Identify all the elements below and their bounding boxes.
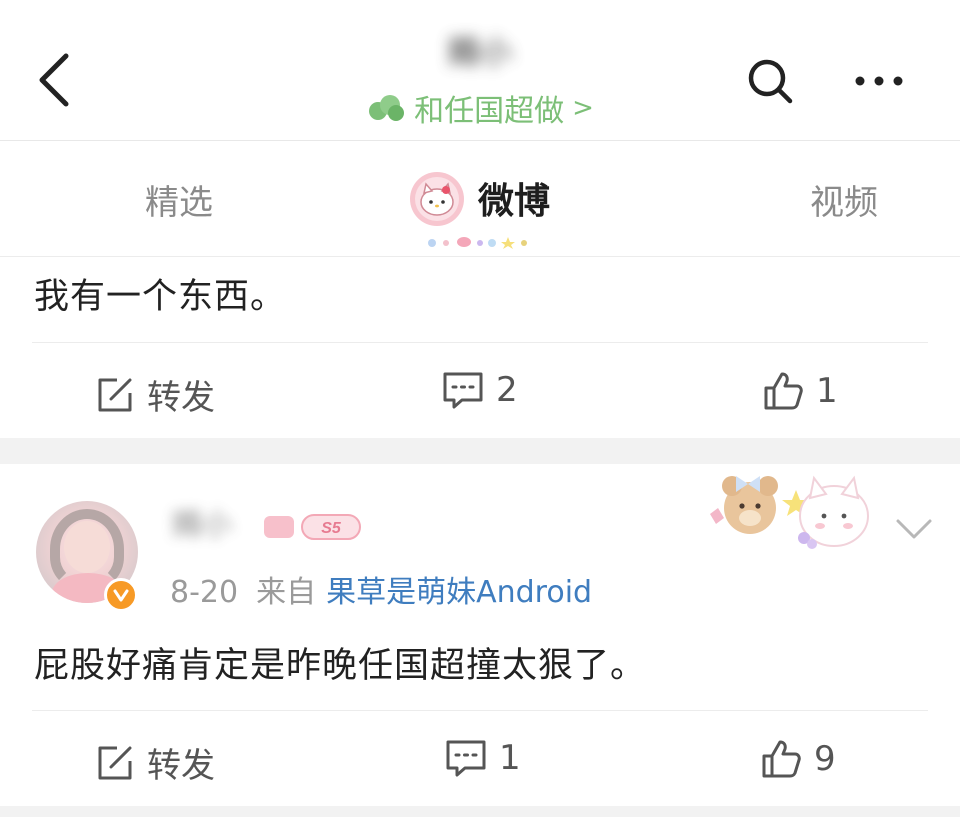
avatar-face [64, 521, 110, 573]
level-badge: S5 [264, 514, 361, 540]
search-icon [748, 59, 793, 104]
comment-button[interactable]: 2 [442, 370, 518, 410]
tab-weibo[interactable]: 微博 [406, 169, 550, 227]
super-topic-link[interactable]: 和任国超做 > [0, 86, 960, 130]
super-topic-label: 和任国超做 [414, 94, 565, 129]
tab-featured[interactable]: 精选 [145, 175, 213, 224]
repost-label: 转发 [147, 746, 215, 786]
post-divider [32, 710, 928, 711]
repost-icon [98, 746, 132, 779]
post-text: 屁股好痛肯定是昨晚任国超撞太狠了。 [34, 646, 647, 686]
tab-indicator-decoration [428, 237, 527, 249]
more-button[interactable] [852, 64, 906, 98]
top-navigation-bar: 赐小 和任国超做 > [0, 0, 960, 140]
tab-weibo-label: 微博 [478, 181, 551, 222]
repost-button[interactable]: 转发 [95, 370, 215, 419]
chevron-down-icon [896, 519, 932, 539]
comment-icon [443, 372, 483, 409]
comment-icon [446, 740, 486, 777]
verified-badge [104, 578, 138, 612]
like-button[interactable]: 1 [762, 370, 838, 412]
level-text: S5 [321, 520, 342, 537]
search-button[interactable] [746, 57, 794, 105]
like-count: 9 [814, 739, 836, 779]
comment-button[interactable]: 1 [445, 738, 521, 778]
tabs-divider [0, 256, 960, 257]
account-name: 赐小 [447, 33, 512, 71]
source-link[interactable]: 果草是萌妹Android [326, 575, 592, 610]
tab-bar: 精选 微博 视频 [0, 141, 960, 257]
feed-separator [0, 438, 960, 464]
comment-count: 2 [496, 370, 518, 410]
super-topic-icon [369, 95, 405, 121]
hello-kitty-icon [410, 172, 464, 226]
comment-count: 1 [499, 738, 521, 778]
repost-label: 转发 [147, 378, 215, 418]
repost-icon [98, 378, 132, 411]
thumbs-up-icon [762, 740, 801, 778]
tab-video[interactable]: 视频 [810, 175, 878, 224]
post-divider [32, 342, 928, 343]
post-meta: 8-20 来自 果草是萌妹Android [170, 567, 592, 611]
thumbs-up-icon [764, 372, 803, 410]
source-prefix: 来自 [256, 575, 317, 610]
like-button[interactable]: 9 [760, 738, 836, 780]
post-text: 我有一个东西。 [34, 277, 287, 317]
like-count: 1 [816, 371, 838, 411]
verified-icon [113, 589, 129, 602]
username[interactable]: 赐小 [160, 506, 244, 546]
more-horizontal-icon [855, 76, 903, 86]
post-date: 8-20 [170, 575, 239, 610]
chevron-right-icon: > [572, 93, 594, 123]
feed-separator [0, 806, 960, 817]
repost-button[interactable]: 转发 [95, 738, 215, 787]
card-sticker-decoration [710, 475, 869, 549]
post-options-button[interactable] [894, 516, 934, 542]
nav-title: 赐小 [0, 30, 960, 74]
